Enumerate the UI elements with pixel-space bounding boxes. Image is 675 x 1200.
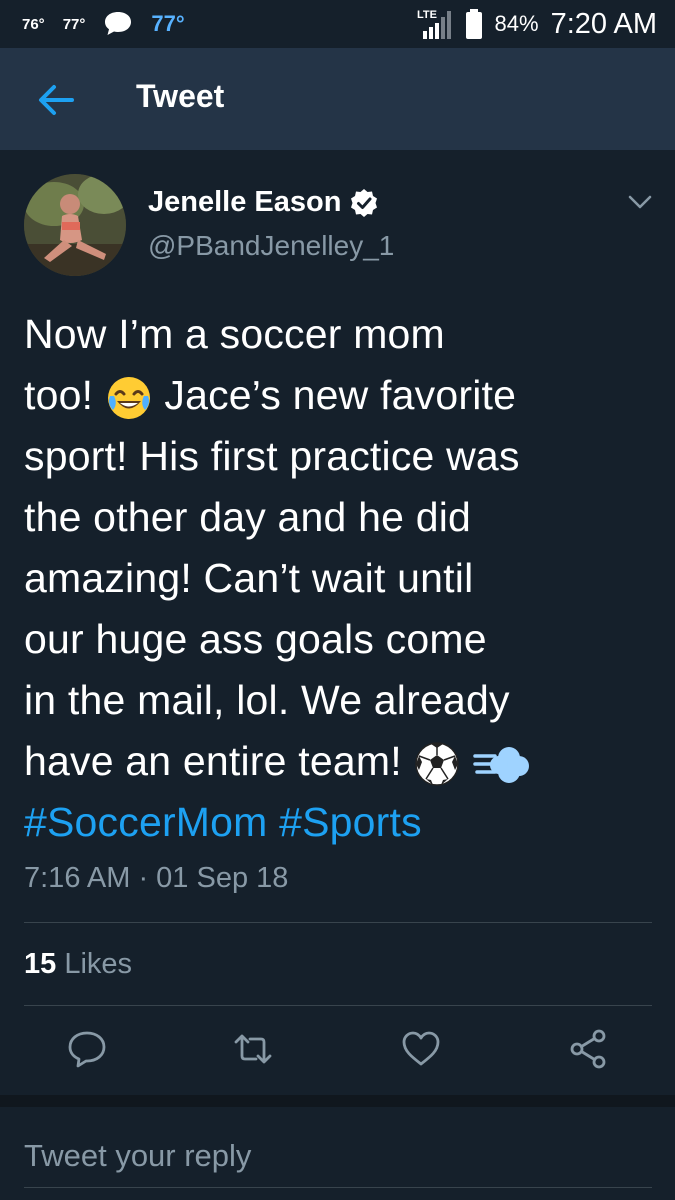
lte-signal-icon: LTE <box>417 9 451 39</box>
reply-input[interactable] <box>24 1130 650 1182</box>
weather-temp-2: 77° <box>62 15 86 33</box>
avatar[interactable] <box>24 174 126 276</box>
hashtag-link[interactable]: #SoccerMom <box>24 799 268 845</box>
likes-number: 15 <box>24 948 57 980</box>
clock: 7:20 AM <box>550 7 657 40</box>
svg-text:LTE: LTE <box>417 9 437 21</box>
weather-temp-1: 76° <box>22 15 45 33</box>
tweet-line: Now I’m a soccer mom <box>24 311 445 357</box>
tweet-line: in the mail, lol. We already <box>24 677 510 723</box>
chevron-down-icon[interactable] <box>624 188 656 216</box>
tweet-line: too! Jace’s new favorite <box>24 365 644 426</box>
share-icon[interactable] <box>568 1028 610 1070</box>
author-name-row: Jenelle Eason <box>148 186 379 219</box>
dash-emoji-icon <box>473 747 529 784</box>
like-icon[interactable] <box>400 1028 442 1070</box>
likes-label: Likes <box>64 948 133 980</box>
retweet-icon[interactable] <box>232 1028 274 1070</box>
tweet-line: amazing! Can’t wait until <box>24 555 474 601</box>
hashtag-link[interactable]: #Sports <box>279 799 422 845</box>
tweet-line: the other day and he did <box>24 494 472 540</box>
likes-count-link[interactable]: 15 Likes <box>24 948 132 981</box>
hashtag-line: #SoccerMom #Sports <box>24 792 644 853</box>
tweet-line-text: too! <box>24 372 94 418</box>
divider <box>24 1005 652 1006</box>
tweet-line: sport! His first practice was <box>24 433 520 479</box>
weather-temp-3: 77° <box>151 11 185 36</box>
tweet-line: have an entire team! <box>24 731 644 792</box>
reply-icon[interactable] <box>66 1028 108 1070</box>
chat-bubble-icon <box>105 12 132 35</box>
tweet-timestamp: 7:16 AM · 01 Sep 18 <box>24 862 289 894</box>
verified-badge-icon <box>351 188 378 217</box>
laughing-tears-emoji-icon <box>107 377 150 420</box>
author-name[interactable]: Jenelle Eason <box>148 186 341 219</box>
tweet-line-text: Jace’s new favorite <box>164 372 517 418</box>
tweet-action-bar <box>0 1028 675 1078</box>
tweet-line: our huge ass goals come <box>24 616 487 662</box>
status-bar: 76° 77° 77° LTE 84% 7:20 AM <box>0 0 675 48</box>
section-separator <box>0 1095 675 1107</box>
battery-icon <box>465 9 482 39</box>
author-handle[interactable]: @PBandJenelley_1 <box>148 230 394 262</box>
arrow-left-icon[interactable] <box>36 82 76 118</box>
tweet-text: Now I’m a soccer mom too! Jace’s new fav… <box>24 304 644 853</box>
reply-underline <box>24 1187 652 1188</box>
soccer-ball-emoji-icon <box>415 742 460 786</box>
page-title: Tweet <box>136 78 225 114</box>
battery-percent: 84% <box>494 11 539 36</box>
app-header: Tweet <box>0 48 675 150</box>
divider <box>24 922 652 923</box>
tweet-line-text: have an entire team! <box>24 738 402 784</box>
